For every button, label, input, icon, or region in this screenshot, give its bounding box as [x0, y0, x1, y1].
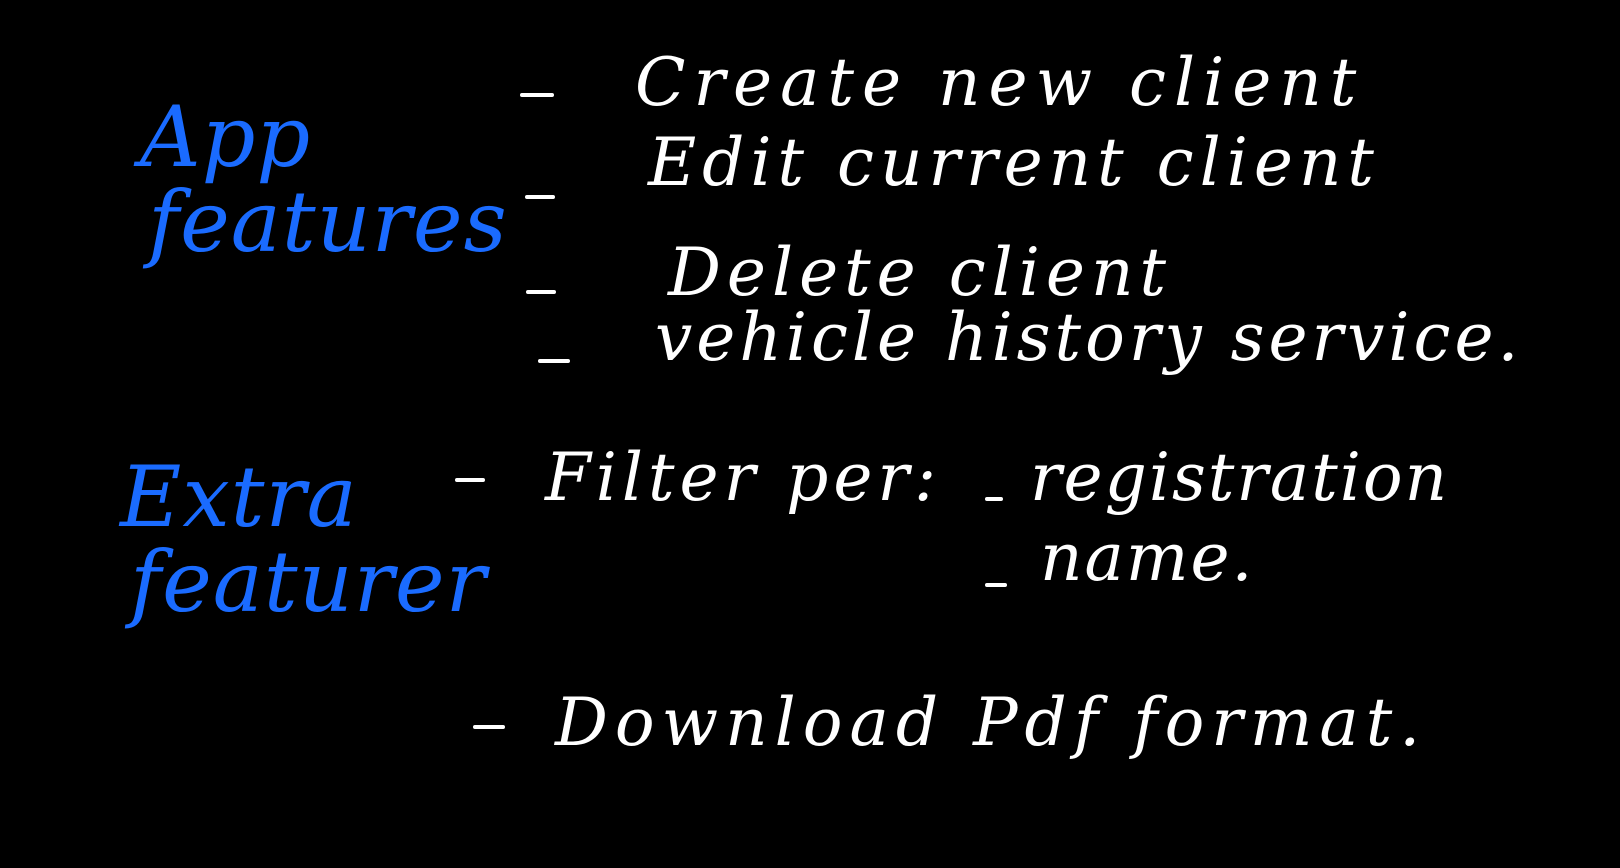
extra-item-filter-per: Filter per: [545, 439, 942, 516]
bullet-dash [538, 359, 570, 363]
extra-features-heading-line-2: featurer [130, 533, 487, 631]
feature-item-vehicle-history: vehicle history service. [655, 299, 1523, 376]
filter-option-name: name. [1040, 519, 1255, 596]
whiteboard-canvas: App features Create new client Edit curr… [0, 0, 1620, 868]
app-features-heading-line-2: features [148, 173, 508, 271]
bullet-dash [520, 93, 554, 97]
extra-item-download-pdf: Download Pdf format. [555, 684, 1428, 761]
bullet-dash [473, 725, 505, 729]
app-features-heading-line-1: App [140, 88, 312, 186]
filter-option-registration: registration [1030, 439, 1450, 516]
bullet-dash [985, 497, 1003, 501]
bullet-dash [526, 290, 556, 294]
extra-features-heading-line-1: Extra [120, 448, 358, 546]
feature-item-delete-client: Delete client [668, 234, 1172, 311]
feature-item-edit-client: Edit current client [648, 124, 1380, 201]
bullet-dash [525, 195, 555, 199]
bullet-dash [985, 583, 1007, 587]
feature-item-create-client: Create new client [635, 44, 1365, 121]
bullet-dash [455, 478, 485, 482]
